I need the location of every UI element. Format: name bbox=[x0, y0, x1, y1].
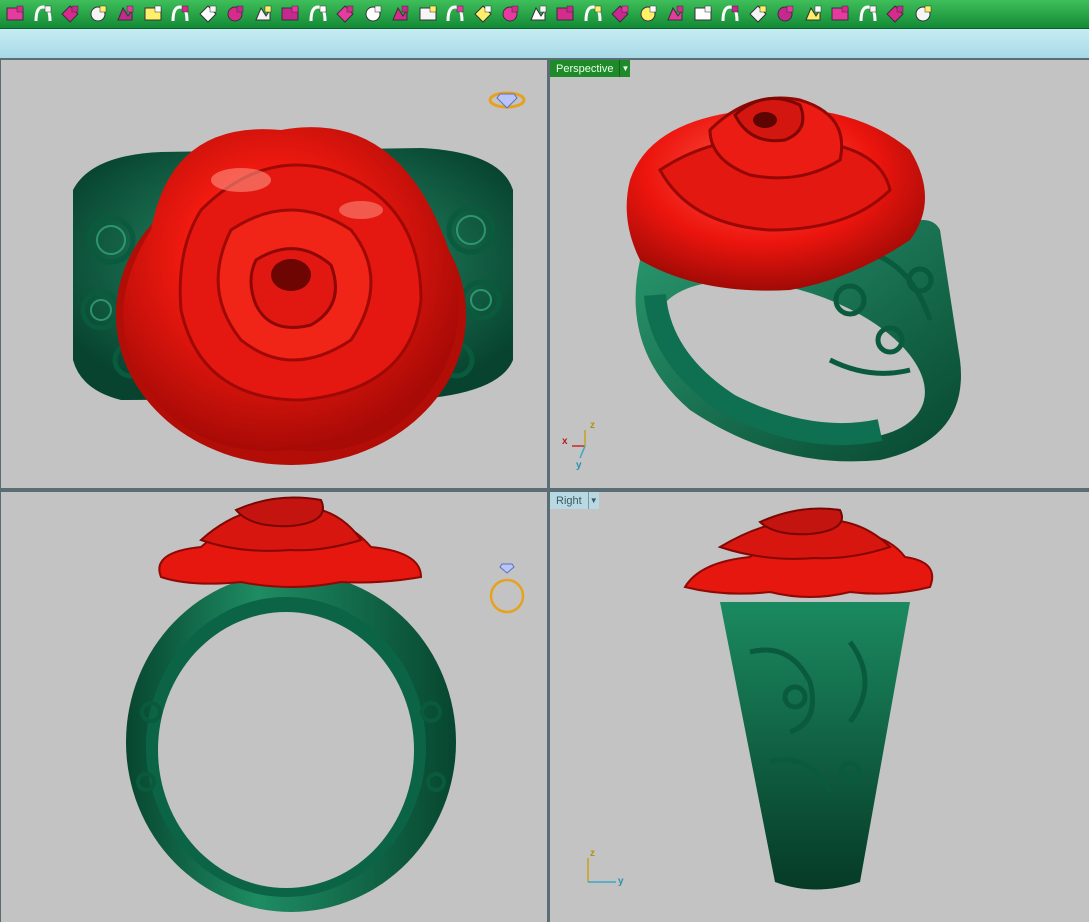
star-route-icon bbox=[694, 5, 711, 21]
diamond-flip-button[interactable] bbox=[637, 3, 659, 25]
curve-network-icon bbox=[6, 5, 24, 21]
arch-ring-icon bbox=[34, 5, 51, 22]
ring-band-front bbox=[126, 572, 456, 912]
dot-grid-button[interactable] bbox=[499, 3, 521, 25]
bend-tool-button[interactable] bbox=[59, 3, 81, 25]
shank-profile-icon bbox=[144, 5, 161, 21]
box-array-button[interactable] bbox=[307, 3, 329, 25]
box-array-icon bbox=[309, 5, 326, 22]
axis-label-z: z bbox=[590, 848, 595, 859]
toolbar-ribbon bbox=[0, 29, 1089, 58]
paint-stroke-icon bbox=[365, 5, 381, 22]
ring-shank-side bbox=[720, 602, 910, 890]
sweep-profile-icon bbox=[90, 5, 106, 22]
viewport-right[interactable]: Right ▼ z y bbox=[550, 492, 1089, 922]
gear-button[interactable] bbox=[912, 3, 934, 25]
scissor-cut-button[interactable] bbox=[857, 3, 879, 25]
rose-front-view bbox=[158, 496, 423, 588]
curve-arc-icon bbox=[529, 5, 546, 21]
point-scatter-icon bbox=[584, 5, 601, 22]
box-shade-icon bbox=[886, 5, 904, 23]
viewport-front[interactable] bbox=[1, 492, 547, 922]
axis-label-y: y bbox=[618, 876, 624, 887]
viewport-area: Perspective ▼ x z y Right ▼ z y bbox=[0, 58, 1089, 922]
paint-fill-button[interactable] bbox=[389, 3, 411, 25]
chair-profile-icon bbox=[446, 5, 464, 22]
gear-icon bbox=[915, 5, 931, 22]
box-profile-button[interactable] bbox=[114, 3, 136, 25]
star-node-icon bbox=[611, 5, 629, 23]
gem-cut-icon bbox=[171, 5, 189, 22]
cluster-grid-button[interactable] bbox=[334, 3, 356, 25]
main-toolbar bbox=[0, 0, 1089, 29]
dot-grid-icon bbox=[502, 5, 519, 22]
grid-plane-button[interactable] bbox=[829, 3, 851, 25]
ring-gem-indicator-icon bbox=[489, 563, 525, 614]
gem-cut-button[interactable] bbox=[169, 3, 191, 25]
cluster-grid-icon bbox=[336, 5, 354, 23]
layered-ring-button[interactable] bbox=[472, 3, 494, 25]
prong-head-icon bbox=[227, 5, 244, 22]
rose-side-view bbox=[683, 507, 934, 598]
grid-pattern-button[interactable] bbox=[279, 3, 301, 25]
sweep-profile-button[interactable] bbox=[87, 3, 109, 25]
star-node-button[interactable] bbox=[609, 3, 631, 25]
axis-label-y: y bbox=[576, 460, 582, 471]
twist-tool-icon bbox=[198, 5, 217, 23]
tilted-plane-button[interactable] bbox=[802, 3, 824, 25]
frame-profile-button[interactable] bbox=[252, 3, 274, 25]
box-shade-button[interactable] bbox=[884, 3, 906, 25]
triple-arrow-button[interactable] bbox=[747, 3, 769, 25]
twist-tool-button[interactable] bbox=[197, 3, 219, 25]
pentagon-gem-icon bbox=[721, 5, 739, 22]
curve-arc-button[interactable] bbox=[527, 3, 549, 25]
node-cross-button[interactable] bbox=[664, 3, 686, 25]
bend-tool-icon bbox=[61, 5, 79, 23]
shank-profile-button[interactable] bbox=[142, 3, 164, 25]
tilted-plane-icon bbox=[804, 5, 821, 21]
stack-sheet-icon bbox=[777, 5, 794, 22]
node-cross-icon bbox=[667, 5, 684, 21]
layered-ring-icon bbox=[473, 5, 492, 23]
box-profile-icon bbox=[117, 5, 134, 21]
frame-profile-icon bbox=[254, 5, 271, 21]
hand-pick-icon bbox=[556, 5, 574, 21]
hand-pick-button[interactable] bbox=[554, 3, 576, 25]
grid-pattern-icon bbox=[281, 5, 299, 21]
axis-label-x: x bbox=[562, 436, 568, 447]
pentagon-gem-button[interactable] bbox=[719, 3, 741, 25]
scissor-cut-icon bbox=[859, 5, 876, 22]
chair-profile-button[interactable] bbox=[444, 3, 466, 25]
axis-label-z: z bbox=[590, 420, 595, 431]
axis-indicator-perspective bbox=[572, 430, 586, 459]
paint-stroke-button[interactable] bbox=[362, 3, 384, 25]
point-scatter-button[interactable] bbox=[582, 3, 604, 25]
prong-head-button[interactable] bbox=[224, 3, 246, 25]
axis-indicator-right bbox=[587, 858, 616, 883]
stack-sheet-button[interactable] bbox=[774, 3, 796, 25]
hoop-tool-button[interactable] bbox=[417, 3, 439, 25]
curve-network-button[interactable] bbox=[4, 3, 26, 25]
star-route-button[interactable] bbox=[692, 3, 714, 25]
ring-gem-indicator-icon bbox=[488, 91, 526, 109]
hoop-tool-icon bbox=[419, 5, 436, 21]
diamond-flip-icon bbox=[640, 5, 656, 22]
viewport-top[interactable] bbox=[1, 60, 547, 488]
arch-ring-button[interactable] bbox=[32, 3, 54, 25]
triple-arrow-icon bbox=[748, 5, 767, 23]
grid-plane-icon bbox=[831, 5, 849, 21]
viewport-perspective[interactable]: Perspective ▼ x z y bbox=[550, 60, 1089, 488]
paint-fill-icon bbox=[392, 5, 409, 21]
